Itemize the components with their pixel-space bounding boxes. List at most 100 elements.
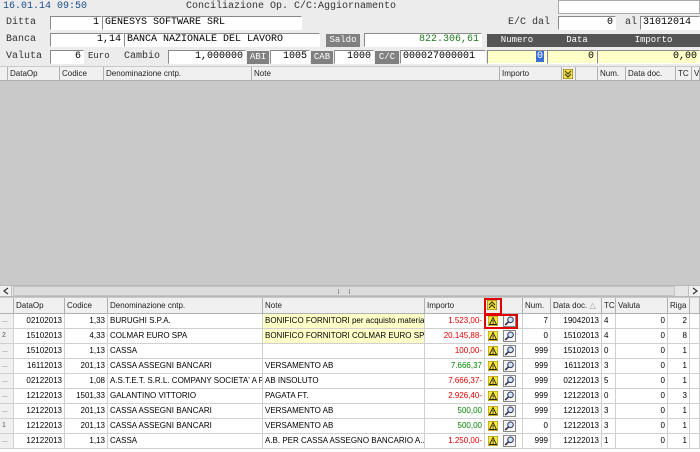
cell-importo[interactable]: 100,00- — [425, 344, 485, 359]
cell-dataop[interactable]: 02122013 — [14, 374, 65, 389]
table-row[interactable]: 1 12122013 201,13 CASSA ASSEGNI BANCARI VERS… — [0, 419, 700, 434]
magnifier-icon[interactable] — [503, 405, 516, 417]
row-selector[interactable]: 2 — [0, 329, 14, 344]
ditta-code-field[interactable]: 1 — [50, 16, 102, 30]
warning-icon[interactable] — [488, 376, 498, 386]
scroll-right-button[interactable] — [688, 286, 700, 296]
table-row[interactable]: ... 02122013 1,08 A.S.T.E.T. S.R.L. COMPANY… — [0, 374, 700, 389]
cell-riga[interactable]: 2 — [668, 314, 690, 329]
upper-col-num[interactable]: Num. — [598, 67, 626, 81]
table-row[interactable]: ... 16112013 201,13 CASSA ASSEGNI BANCARI VE… — [0, 359, 700, 374]
upper-col-codice[interactable]: Codice — [60, 67, 104, 81]
warning-icon[interactable] — [488, 361, 498, 371]
lower-col-importo[interactable]: Importo — [425, 298, 485, 314]
row-selector[interactable]: ... — [0, 374, 14, 389]
scroll-left-button[interactable] — [0, 286, 12, 296]
cell-note[interactable]: VERSAMENTO AB — [263, 404, 425, 419]
cell-dataop[interactable]: 12122013 — [14, 389, 65, 404]
valuta-code-field[interactable]: 6 — [50, 50, 84, 64]
cell-datadoc[interactable]: 12122013 — [551, 419, 602, 434]
cell-tc[interactable]: 3 — [602, 404, 616, 419]
cell-valuta[interactable]: 0 — [616, 434, 668, 449]
lower-col-tc[interactable]: TC — [602, 298, 616, 314]
magnifier-icon[interactable] — [503, 420, 516, 432]
cell-tc[interactable]: 3 — [602, 359, 616, 374]
cell-datadoc[interactable]: 02122013 — [551, 374, 602, 389]
cell-dataop[interactable]: 16112013 — [14, 359, 65, 374]
cell-num[interactable]: 999 — [523, 404, 551, 419]
cell-tc[interactable]: 4 — [602, 314, 616, 329]
cell-riga[interactable]: 1 — [668, 419, 690, 434]
lower-col-datadoc[interactable]: Data doc. △ — [551, 298, 602, 314]
lower-col-valuta[interactable]: Valuta — [616, 298, 668, 314]
upper-col-importo[interactable]: Importo — [500, 67, 562, 81]
lower-col-codice[interactable]: Codice — [65, 298, 108, 314]
cell-tc[interactable]: 5 — [602, 374, 616, 389]
importo-field[interactable]: 0,00 — [597, 50, 700, 64]
cell-note[interactable]: VERSAMENTO AB — [263, 419, 425, 434]
cell-valuta[interactable]: 0 — [616, 329, 668, 344]
cell-valuta[interactable]: 0 — [616, 374, 668, 389]
lower-grid[interactable]: DataOp Codice Denominazione cntp. Note I… — [0, 298, 700, 452]
cell-dataop[interactable]: 15102013 — [14, 344, 65, 359]
cell-denominazione[interactable]: CASSA ASSEGNI BANCARI — [108, 404, 263, 419]
cell-note[interactable]: BONIFICO FORNITORI per acquisto material… — [263, 314, 425, 329]
cell-codice[interactable]: 201,13 — [65, 404, 108, 419]
ec-dal-field[interactable]: 0 — [558, 16, 616, 30]
cell-note[interactable]: AB INSOLUTO — [263, 374, 425, 389]
data-field[interactable]: 0 — [547, 50, 597, 64]
top-right-blank-field[interactable] — [558, 0, 700, 14]
cell-codice[interactable]: 201,13 — [65, 359, 108, 374]
banca-name-field[interactable]: BANCA NAZIONALE DEL LAVORO — [124, 33, 320, 47]
cell-codice[interactable]: 1501,33 — [65, 389, 108, 404]
cell-denominazione[interactable]: CASSA — [108, 344, 263, 359]
cell-num[interactable]: 999 — [523, 344, 551, 359]
warning-icon[interactable] — [488, 406, 498, 416]
cell-codice[interactable]: 1,13 — [65, 344, 108, 359]
cell-denominazione[interactable]: CASSA ASSEGNI BANCARI — [108, 359, 263, 374]
cell-datadoc[interactable]: 19042013 — [551, 314, 602, 329]
cell-denominazione[interactable]: CASSA ASSEGNI BANCARI — [108, 419, 263, 434]
cell-riga[interactable]: 1 — [668, 434, 690, 449]
cell-valuta[interactable]: 0 — [616, 344, 668, 359]
row-selector[interactable]: ... — [0, 359, 14, 374]
upper-col-datadoc[interactable]: Data doc. — [626, 67, 676, 81]
numero-field[interactable]: 0 — [487, 50, 547, 64]
warning-icon[interactable] — [488, 421, 498, 431]
cell-num[interactable]: 7 — [523, 314, 551, 329]
cell-datadoc[interactable]: 16112013 — [551, 359, 602, 374]
cell-importo[interactable]: 1.523,00- — [425, 314, 485, 329]
cell-note[interactable]: VERSAMENTO AB — [263, 359, 425, 374]
cell-dataop[interactable]: 12122013 — [14, 404, 65, 419]
cell-importo[interactable]: 20.145,88- — [425, 329, 485, 344]
table-row[interactable]: ... 12122013 201,13 CASSA ASSEGNI BANCARI VE… — [0, 404, 700, 419]
ditta-name-field[interactable]: GENESYS SOFTWARE SRL — [102, 16, 302, 30]
cell-dataop[interactable]: 15102013 — [14, 329, 65, 344]
lower-col-riga[interactable]: Riga — [668, 298, 690, 314]
upper-col-denominazione[interactable]: Denominazione cntp. — [104, 67, 252, 81]
cell-dataop[interactable]: 12122013 — [14, 434, 65, 449]
magnifier-icon[interactable] — [503, 360, 516, 372]
cell-num[interactable]: 0 — [523, 329, 551, 344]
upper-col-dataop[interactable]: DataOp — [8, 67, 60, 81]
cell-denominazione[interactable]: A.S.T.E.T. S.R.L. COMPANY SOCIETA' A R — [108, 374, 263, 389]
cell-importo[interactable]: 500,00 — [425, 404, 485, 419]
cc-field[interactable]: 000027000001 — [400, 50, 486, 64]
cell-importo[interactable]: 2.926,40- — [425, 389, 485, 404]
abi-field[interactable]: 1005 — [270, 50, 310, 64]
cell-datadoc[interactable]: 12122013 — [551, 404, 602, 419]
cell-codice[interactable]: 201,13 — [65, 419, 108, 434]
row-selector[interactable]: ... — [0, 404, 14, 419]
cell-importo[interactable]: 1.250,00- — [425, 434, 485, 449]
upper-col-v[interactable]: V — [692, 67, 700, 81]
cell-datadoc[interactable]: 12122013 — [551, 389, 602, 404]
upper-col-icon[interactable] — [562, 67, 576, 81]
cell-denominazione[interactable]: GALANTINO VITTORIO — [108, 389, 263, 404]
magnifier-icon[interactable] — [503, 345, 516, 357]
cell-num[interactable]: 999 — [523, 434, 551, 449]
table-row[interactable]: ... 15102013 1,13 CASSA 100,00- 999 15102013 0 0… — [0, 344, 700, 359]
cambio-field[interactable]: 1,000000 — [168, 50, 246, 64]
cell-denominazione[interactable]: BURUGHI S.P.A. — [108, 314, 263, 329]
magnifier-icon[interactable] — [503, 390, 516, 402]
cell-denominazione[interactable]: CASSA — [108, 434, 263, 449]
